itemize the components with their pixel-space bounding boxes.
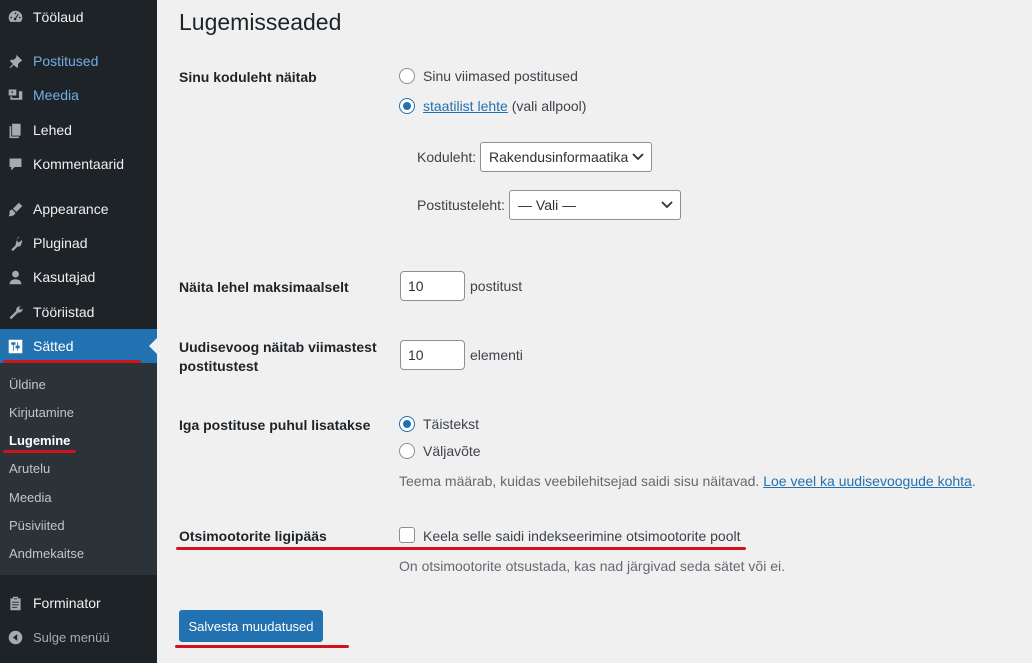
user-icon — [7, 269, 24, 286]
search-visibility-description: On otsimootorite otsustada, kas nad järg… — [399, 558, 785, 574]
settings-icon — [7, 338, 24, 355]
sidebar-item-label: Appearance — [33, 201, 109, 217]
sidebar-item-label: Pluginad — [33, 235, 88, 251]
feed-items-label-line2: postitustest — [179, 358, 259, 374]
collapse-menu-button[interactable]: Sulge menüü — [0, 620, 157, 654]
discourage-indexing-label[interactable]: Keela selle saidi indekseerimine otsimoo… — [423, 528, 741, 544]
pin-icon — [7, 53, 24, 70]
postspage-select[interactable]: — Vali — — [509, 190, 681, 220]
annotation-underline-search-visibility — [176, 547, 746, 550]
feed-content-desc-text: Teema määrab, kuidas veebilehitsejad sai… — [399, 473, 760, 489]
sidebar-item-label: Kommentaarid — [33, 156, 125, 172]
homepage-displays-label: Sinu koduleht näitab — [179, 69, 317, 85]
sidebar-item-label: Tööriistad — [33, 304, 95, 320]
sidebar-item-lehed[interactable]: Lehed — [0, 113, 157, 147]
sidebar-item-tooriistad[interactable]: Tööriistad — [0, 295, 157, 329]
posts-per-page-suffix: postitust — [470, 278, 523, 294]
submenu-item-uldine[interactable]: Üldine — [9, 377, 46, 392]
radio-static-page-label: staatilist lehte (vali allpool) — [423, 98, 586, 114]
settings-submenu: Üldine Kirjutamine Lugemine Arutelu Meed… — [0, 363, 157, 575]
posts-per-page-input[interactable] — [400, 271, 465, 301]
clipboard-icon — [7, 595, 24, 612]
comment-icon — [7, 156, 24, 173]
sidebar-item-meedia[interactable]: Meedia — [0, 78, 157, 112]
static-page-hint: (vali allpool) — [507, 98, 587, 114]
media-icon — [7, 87, 24, 104]
feed-docs-link[interactable]: Loe veel ka uudisevoogude kohta — [763, 473, 972, 489]
admin-sidebar: Töölaud Postitused Meedia Lehed Kommenta… — [0, 0, 157, 663]
sidebar-item-label: Kasutajad — [33, 269, 96, 285]
submenu-item-arutelu[interactable]: Arutelu — [9, 461, 50, 476]
dashboard-icon — [7, 9, 24, 26]
annotation-underline-satted — [3, 360, 141, 363]
sidebar-item-label: Meedia — [33, 87, 79, 103]
sidebar-item-label: Sätted — [33, 338, 74, 354]
page-title: Lugemisseaded — [179, 9, 342, 35]
radio-excerpt[interactable] — [399, 443, 415, 459]
sidebar-item-pluginad[interactable]: Pluginad — [0, 226, 157, 260]
sidebar-item-label: Sulge menüü — [33, 629, 110, 645]
search-visibility-label: Otsimootorite ligipääs — [179, 528, 327, 544]
sidebar-item-kasutajad[interactable]: Kasutajad — [0, 260, 157, 294]
sidebar-item-label: Töölaud — [33, 9, 84, 25]
postspage-select-value: — Vali — — [518, 197, 577, 213]
homepage-select[interactable]: Rakendusinformaatika — [480, 142, 652, 172]
submenu-item-meedia[interactable]: Meedia — [9, 490, 52, 505]
homepage-select-label: Koduleht: — [417, 149, 477, 165]
wrench-icon — [7, 304, 24, 321]
chevron-down-icon — [632, 151, 644, 163]
feed-content-desc-end: . — [971, 473, 976, 489]
postspage-select-label: Postitusteleht: — [417, 197, 505, 213]
brush-icon — [7, 201, 24, 218]
feed-items-label-line1: Uudisevoog näitab viimastest — [179, 339, 377, 355]
chevron-down-icon — [661, 201, 673, 209]
feed-content-description: Teema määrab, kuidas veebilehitsejad sai… — [399, 473, 976, 489]
sidebar-item-label: Forminator — [33, 595, 101, 611]
plugin-icon — [7, 235, 24, 252]
sidebar-item-label: Lehed — [33, 122, 72, 138]
static-page-link[interactable]: staatilist lehte — [423, 98, 508, 114]
sidebar-item-postitused[interactable]: Postitused — [0, 44, 157, 78]
sidebar-item-satted[interactable]: Sätted — [0, 329, 157, 363]
feed-items-input[interactable] — [400, 340, 465, 370]
radio-static-page[interactable] — [399, 98, 415, 114]
submenu-item-pusiviited[interactable]: Püsiviited — [9, 518, 65, 533]
pages-icon — [7, 122, 24, 139]
sidebar-item-appearance[interactable]: Appearance — [0, 192, 157, 226]
radio-full-text-label[interactable]: Täistekst — [423, 416, 479, 432]
radio-latest-posts[interactable] — [399, 68, 415, 84]
sidebar-item-forminator[interactable]: Forminator — [0, 586, 157, 620]
settings-content: Lugemisseaded Sinu koduleht näitab Sinu … — [157, 0, 1032, 663]
radio-full-text[interactable] — [399, 416, 415, 432]
posts-per-page-label: Näita lehel maksimaalselt — [179, 279, 349, 295]
sidebar-item-kommentaarid[interactable]: Kommentaarid — [0, 147, 157, 181]
discourage-indexing-checkbox[interactable] — [399, 527, 415, 543]
sidebar-item-label: Postitused — [33, 53, 99, 69]
feed-content-label: Iga postituse puhul lisatakse — [179, 417, 371, 433]
radio-excerpt-label[interactable]: Väljavõte — [423, 443, 481, 459]
annotation-underline-save — [175, 645, 349, 648]
annotation-underline-lugemine — [3, 450, 76, 453]
sidebar-item-toolaud[interactable]: Töölaud — [0, 0, 157, 34]
submenu-item-lugemine[interactable]: Lugemine — [9, 433, 70, 448]
homepage-select-value: Rakendusinformaatika — [489, 149, 629, 165]
collapse-icon — [7, 629, 24, 646]
submenu-item-andmekaitse[interactable]: Andmekaitse — [9, 546, 84, 561]
submenu-item-kirjutamine[interactable]: Kirjutamine — [9, 405, 74, 420]
feed-items-suffix: elementi — [470, 347, 523, 363]
save-button[interactable]: Salvesta muudatused — [179, 610, 323, 642]
radio-latest-posts-label[interactable]: Sinu viimased postitused — [423, 68, 578, 84]
